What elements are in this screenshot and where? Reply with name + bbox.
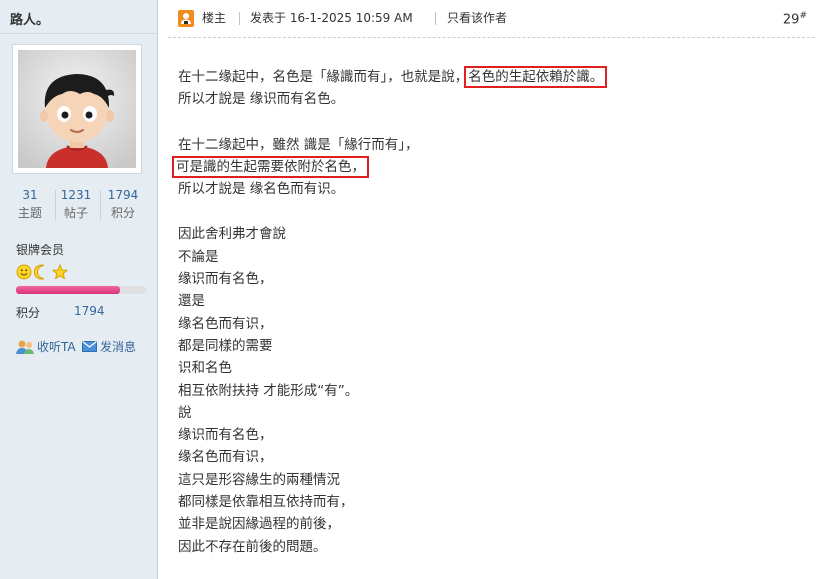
- send-message-label[interactable]: 发消息: [100, 338, 136, 355]
- stat-posts-label: 帖子: [63, 206, 88, 220]
- post-line: 可是識的生起需要依附於名色，: [172, 155, 798, 178]
- post-line: 並非是說因緣過程的前後，: [178, 516, 340, 533]
- author-name[interactable]: 路人。: [10, 9, 49, 28]
- credit-progress-bar: [16, 286, 146, 294]
- stat-threads-value[interactable]: 31: [10, 186, 50, 204]
- follow-button[interactable]: 收听TA: [16, 338, 76, 355]
- floor-number-value[interactable]: 29: [783, 12, 800, 27]
- follow-label[interactable]: 收听TA: [37, 338, 76, 355]
- post-line: 這只是形容緣生的兩種情況: [178, 471, 340, 488]
- envelope-icon: [82, 341, 97, 352]
- sidebar-divider: [0, 33, 157, 34]
- post-timestamp: 发表于 16-1-2025 10:59 AM: [250, 11, 413, 25]
- send-message-button[interactable]: 发消息: [82, 338, 136, 355]
- star-icon: [51, 263, 69, 280]
- stat-posts-value[interactable]: 1231: [56, 186, 96, 204]
- post-line: 相互依附扶持 才能形成“有”。: [178, 382, 359, 399]
- rank-stars-icon: [16, 263, 69, 280]
- avatar[interactable]: [12, 44, 142, 174]
- floor-number[interactable]: 29#: [783, 11, 807, 27]
- stat-credits-value[interactable]: 1794: [103, 186, 143, 204]
- rank-stars: [16, 263, 76, 281]
- stat-divider: [100, 190, 101, 220]
- post-line: 在十二缘起中，雖然 識是「緣行而有」，: [178, 136, 419, 153]
- author-stats: 31 主题 1231 帖子 1794 积分: [0, 186, 157, 226]
- credit-value: 1794: [74, 304, 105, 318]
- post-line: 缘名色而有识，: [178, 449, 273, 466]
- post-spacer: [178, 200, 798, 223]
- avatar-cartoon-boy-icon: [18, 50, 136, 168]
- stat-threads[interactable]: 31 主题: [10, 186, 50, 222]
- stat-threads-label: 主题: [17, 206, 42, 220]
- smiley-icon: [16, 264, 32, 280]
- author-sidebar: 路人。 31 主题 1231 帖子 1794 积分 银牌会员 积分 1794 收…: [0, 0, 158, 579]
- post-line: 所以才說是 缘名色而有识。: [178, 181, 345, 198]
- follow-icon: [16, 340, 34, 354]
- post-line: 不論是: [178, 248, 219, 265]
- post-line: 缘识而有名色，: [178, 271, 273, 288]
- post-line: 都同樣是依靠相互依持而有，: [178, 494, 354, 511]
- highlighted-phrase: 名色的生起依賴於識。: [464, 66, 608, 88]
- floor-number-suffix: #: [799, 11, 807, 21]
- post-header: 楼主 发表于 16-1-2025 10:59 AM 只看该作者 29#: [168, 0, 815, 38]
- author-only-link[interactable]: 只看该作者: [447, 10, 507, 27]
- header-divider: [435, 12, 436, 25]
- post-line: 在十二缘起中，名色是「緣識而有」，也就是說，名色的生起依賴於識。: [178, 66, 798, 88]
- post-line: 所以才說是 缘识而有名色。: [178, 91, 345, 108]
- post-line: 說: [178, 404, 192, 421]
- moon-icon: [33, 264, 45, 280]
- post-content: 在十二缘起中，名色是「緣識而有」，也就是說，名色的生起依賴於識。 所以才說是 缘…: [172, 66, 798, 558]
- post-line: 都是同樣的需要: [178, 337, 273, 354]
- post-line: 识和名色: [178, 360, 232, 377]
- floor-owner-icon: [178, 10, 194, 27]
- post-spacer: [178, 111, 798, 134]
- stat-posts[interactable]: 1231 帖子: [56, 186, 96, 222]
- post-line: 因此舍利弗才會說: [178, 226, 286, 243]
- post-line: 缘名色而有识，: [178, 315, 273, 332]
- header-divider: [239, 12, 240, 25]
- post-line: 還是: [178, 293, 205, 310]
- credit-progress-fill: [16, 286, 120, 294]
- post-line-text: 在十二缘起中，名色是「緣識而有」，也就是說，: [178, 69, 469, 85]
- post-line: 因此不存在前後的問題。: [178, 538, 327, 555]
- stat-credits-label: 积分: [110, 206, 135, 220]
- post-line: 缘识而有名色，: [178, 427, 273, 444]
- highlighted-phrase: 可是識的生起需要依附於名色，: [172, 155, 369, 178]
- member-rank[interactable]: 银牌会员: [16, 241, 64, 258]
- stat-credits[interactable]: 1794 积分: [103, 186, 143, 222]
- floor-owner-label: 楼主: [202, 11, 227, 25]
- credit-label: 积分: [16, 306, 41, 320]
